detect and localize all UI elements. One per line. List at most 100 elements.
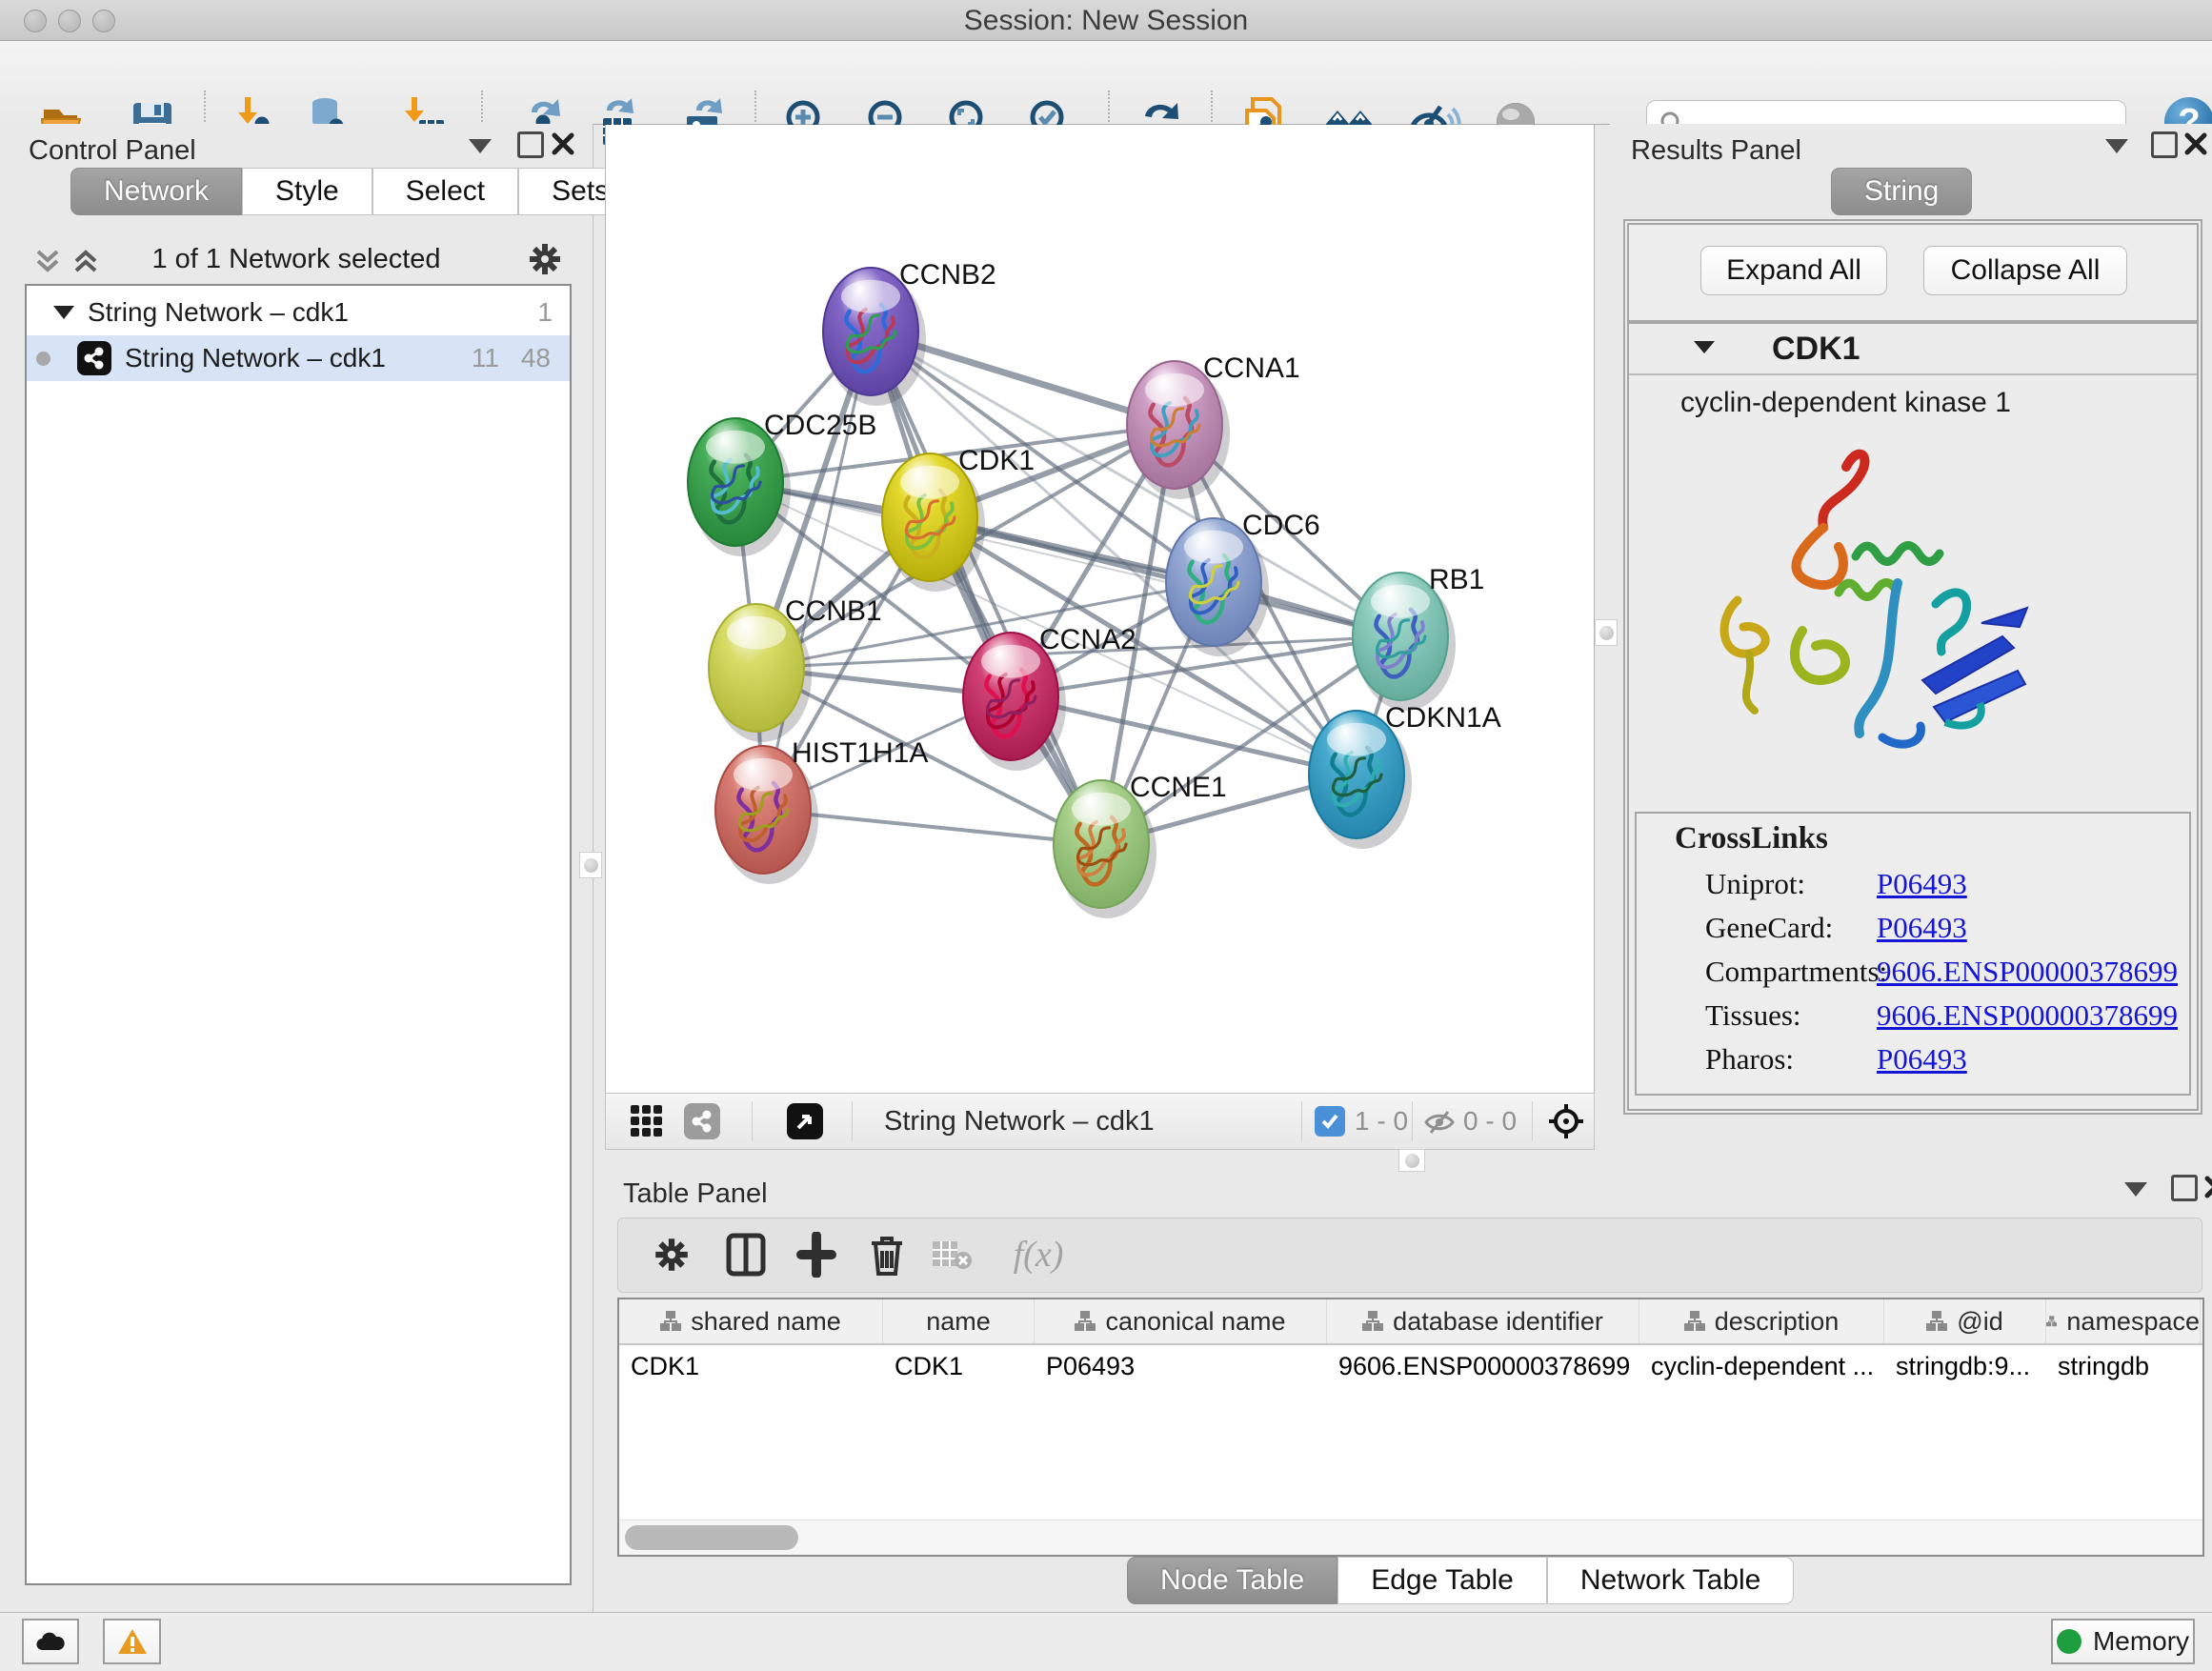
selected-count: 1 - 0 xyxy=(1355,1106,1408,1137)
crosslink-row: Pharos: P06493 xyxy=(1637,1042,2189,1086)
edge-count: 48 xyxy=(521,343,551,373)
gear-icon[interactable] xyxy=(526,240,564,278)
panel-float-icon[interactable] xyxy=(2171,1175,2198,1201)
status-bar: Memory xyxy=(0,1612,2212,1671)
birdseye-view-icon[interactable] xyxy=(787,1103,823,1139)
table-settings-gear-icon[interactable] xyxy=(645,1228,698,1281)
crosslink-row: Tissues: 9606.ENSP00000378699 xyxy=(1637,998,2189,1042)
crosslink-link[interactable]: 9606.ENSP00000378699 xyxy=(1877,955,2178,989)
table-cell[interactable]: CDK1 xyxy=(883,1345,1035,1387)
disclosure-triangle-icon[interactable] xyxy=(1694,341,1715,353)
tab-node-table[interactable]: Node Table xyxy=(1127,1557,1337,1604)
protein-section: CDK1 cyclin-dependent kinase 1 xyxy=(1627,322,2199,1111)
create-column-icon[interactable] xyxy=(790,1228,843,1281)
node-label: CDC25B xyxy=(764,410,876,441)
table-cell[interactable]: cyclin-dependent ... xyxy=(1639,1345,1884,1387)
show-columns-icon[interactable] xyxy=(719,1228,773,1281)
table-cell[interactable]: CDK1 xyxy=(619,1345,883,1387)
column-header[interactable]: canonical name xyxy=(1035,1299,1327,1343)
crosslink-row: GeneCard: P06493 xyxy=(1637,911,2189,955)
network-canvas[interactable]: CCNB2CCNA1CDC25BCDK1CDC6RB1CCNB1CCNA2CDK… xyxy=(605,125,1595,1093)
table-toolbar: f(x) xyxy=(617,1218,2202,1293)
statusbar-separator xyxy=(1301,1101,1302,1141)
table-cell[interactable]: stringdb:9... xyxy=(1884,1345,2046,1387)
crosslink-link[interactable]: P06493 xyxy=(1877,867,1967,901)
column-header[interactable]: description xyxy=(1639,1299,1884,1343)
expand-collapse-box: Expand All Collapse All xyxy=(1627,223,2199,322)
crosslink-link[interactable]: P06493 xyxy=(1877,1042,1967,1077)
grid-view-icon[interactable] xyxy=(629,1103,665,1139)
tab-network[interactable]: Network xyxy=(70,168,242,215)
column-header[interactable]: name xyxy=(883,1299,1035,1343)
hidden-eye-icon[interactable] xyxy=(1423,1108,1456,1137)
delete-table-icon[interactable] xyxy=(925,1228,978,1281)
selected-checkbox-icon[interactable] xyxy=(1315,1106,1345,1137)
crosslink-row: Uniprot: P06493 xyxy=(1637,867,2189,911)
panel-close-icon[interactable] xyxy=(551,131,575,156)
control-panel: Control Panel Network Style Select Sets … xyxy=(0,124,593,1612)
results-panel: Results Panel String Expand All Collapse… xyxy=(1610,124,2212,1169)
table-row[interactable]: CDK1CDK1P064939606.ENSP00000378699cyclin… xyxy=(619,1345,2202,1387)
main-toolbar: ? xyxy=(0,41,2212,125)
tab-select[interactable]: Select xyxy=(372,168,518,215)
network-collection-row[interactable]: String Network – cdk1 1 xyxy=(27,290,570,335)
warning-icon xyxy=(116,1627,149,1656)
left-splitter-handle[interactable] xyxy=(579,852,602,878)
crosslink-label: Compartments: xyxy=(1705,955,1887,989)
fit-content-icon[interactable] xyxy=(1547,1102,1585,1140)
crosslink-label: GeneCard: xyxy=(1705,911,1833,945)
table-cell[interactable]: P06493 xyxy=(1035,1345,1327,1387)
panel-float-icon[interactable] xyxy=(2151,131,2178,158)
tab-style[interactable]: Style xyxy=(242,168,372,215)
network-selection-status: 1 of 1 Network selected xyxy=(25,244,568,275)
protein-header[interactable]: CDK1 xyxy=(1629,324,2197,375)
tab-string[interactable]: String xyxy=(1831,168,1972,215)
protein-description: cyclin-dependent kinase 1 xyxy=(1680,387,2011,419)
cloud-button[interactable] xyxy=(22,1619,79,1664)
crosslinks-section: CrossLinks Uniprot: P06493 GeneCard: P06… xyxy=(1635,812,2191,1096)
tab-edge-table[interactable]: Edge Table xyxy=(1337,1557,1547,1604)
protein-structure-image xyxy=(1696,440,2067,774)
window-title: Session: New Session xyxy=(0,5,2212,37)
panel-close-icon[interactable] xyxy=(2183,131,2208,156)
scrollbar-thumb[interactable] xyxy=(625,1525,798,1550)
panel-menu-icon[interactable] xyxy=(469,139,492,153)
warnings-button[interactable] xyxy=(103,1619,161,1664)
disclosure-triangle-icon[interactable] xyxy=(53,306,74,319)
column-header[interactable]: namespace xyxy=(2046,1299,2201,1343)
function-builder-icon[interactable]: f(x) xyxy=(995,1228,1081,1281)
panel-menu-icon[interactable] xyxy=(2105,139,2128,153)
panel-close-icon[interactable] xyxy=(2203,1175,2212,1199)
panel-float-icon[interactable] xyxy=(517,131,544,158)
column-header[interactable]: shared name xyxy=(619,1299,883,1343)
crosslinks-heading: CrossLinks xyxy=(1675,821,1828,856)
network-view-toolbar: String Network – cdk1 1 - 0 0 - 0 xyxy=(605,1093,1595,1150)
delete-column-icon[interactable] xyxy=(860,1228,914,1281)
horizontal-splitter-handle[interactable] xyxy=(1398,1149,1425,1172)
table-cell[interactable]: stringdb xyxy=(2046,1345,2201,1387)
table-panel-tabs: Node Table Edge Table Network Table xyxy=(1127,1557,1794,1604)
table-header-row: shared namenamecanonical namedatabase id… xyxy=(619,1299,2202,1345)
column-header[interactable]: @id xyxy=(1884,1299,2046,1343)
memory-button[interactable]: Memory xyxy=(2051,1619,2195,1664)
crosslink-link[interactable]: P06493 xyxy=(1877,911,1967,945)
column-header[interactable]: database identifier xyxy=(1327,1299,1639,1343)
protein-name: CDK1 xyxy=(1772,331,1860,368)
statusbar-separator xyxy=(752,1101,753,1141)
table-cell[interactable]: 9606.ENSP00000378699 xyxy=(1327,1345,1639,1387)
panel-menu-icon[interactable] xyxy=(2124,1182,2147,1197)
table-horizontal-scrollbar[interactable] xyxy=(619,1520,2202,1555)
node-label: CCNA2 xyxy=(1039,624,1136,655)
right-splitter-handle[interactable] xyxy=(1595,619,1618,646)
string-view-icon[interactable] xyxy=(684,1103,720,1139)
current-network-dot xyxy=(36,352,50,366)
tab-network-table[interactable]: Network Table xyxy=(1547,1557,1795,1604)
network-row-selected[interactable]: String Network – cdk1 11 48 xyxy=(27,335,570,381)
memory-status-dot xyxy=(2057,1629,2081,1654)
expand-all-button[interactable]: Expand All xyxy=(1700,246,1887,295)
table-panel-title: Table Panel xyxy=(623,1178,768,1210)
results-panel-tabs: String xyxy=(1831,168,1972,215)
crosslink-link[interactable]: 9606.ENSP00000378699 xyxy=(1877,998,2178,1033)
network-label: String Network – cdk1 xyxy=(125,343,386,373)
collapse-all-button[interactable]: Collapse All xyxy=(1923,246,2127,295)
